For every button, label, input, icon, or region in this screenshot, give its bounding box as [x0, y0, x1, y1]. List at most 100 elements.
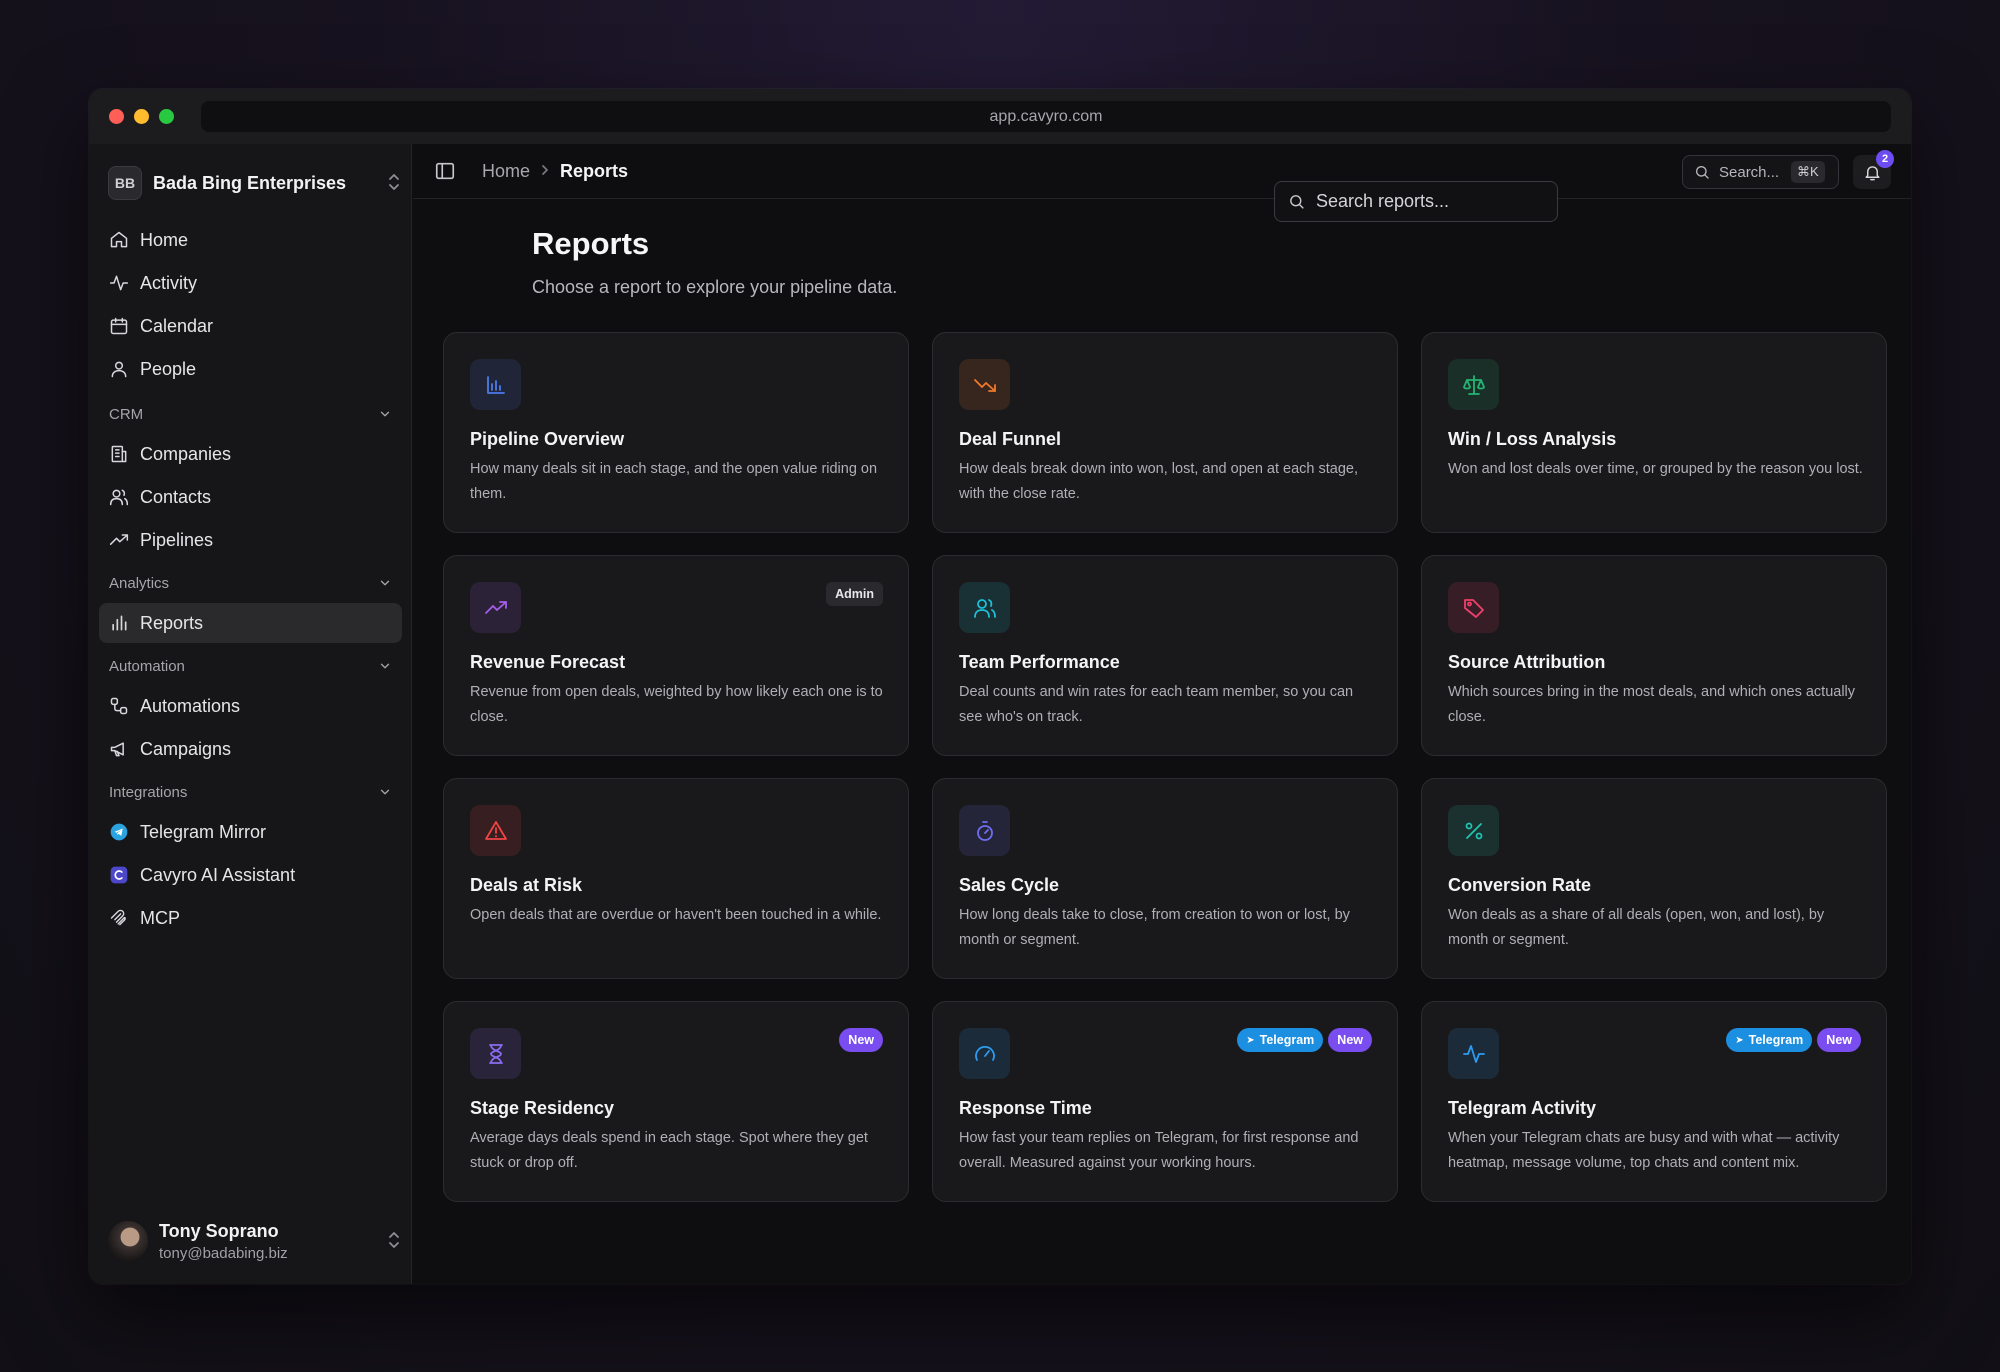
sidebar-section-analytics[interactable]: Analytics: [99, 563, 402, 603]
global-search-label: Search...: [1719, 163, 1780, 181]
cavyro-logo-icon: [110, 866, 128, 884]
page-title: Reports: [532, 226, 650, 261]
telegram-badge: ➤ Telegram: [1237, 1028, 1324, 1052]
sidebar-item-cavyro-ai[interactable]: Cavyro AI Assistant: [99, 855, 402, 895]
home-icon: [110, 231, 128, 248]
sidebar: BB Bada Bing Enterprises Home Activity C…: [89, 144, 412, 1284]
sidebar-item-reports[interactable]: Reports: [99, 603, 402, 643]
user-name: Tony Soprano: [159, 1220, 279, 1241]
sidebar-section-crm[interactable]: CRM: [99, 394, 402, 434]
badge-group: ➤ Telegram New: [1237, 1028, 1372, 1052]
user-menu[interactable]: Tony Soprano tony@badabing.biz: [108, 1216, 404, 1266]
report-search-input[interactable]: [1316, 191, 1546, 212]
breadcrumb-home[interactable]: Home: [482, 161, 530, 182]
new-badge: New: [839, 1028, 883, 1052]
breadcrumb: Home Reports: [482, 161, 628, 182]
global-search-button[interactable]: Search... ⌘K: [1682, 155, 1839, 189]
report-card-description: When your Telegram chats are busy and wi…: [1448, 1130, 1840, 1171]
close-window-button[interactable]: [109, 109, 124, 124]
sidebar-item-activity[interactable]: Activity: [99, 263, 402, 303]
report-card-title: Team Performance: [959, 652, 1120, 672]
report-card[interactable]: Conversion Rate Won deals as a share of a…: [1421, 778, 1887, 979]
hourglass-icon: [470, 1028, 521, 1079]
sidebar-item-label: MCP: [140, 907, 180, 928]
sidebar-toggle-icon[interactable]: [434, 160, 456, 182]
section-label: CRM: [109, 405, 144, 423]
bar-chart-icon: [112, 615, 127, 631]
alert-triangle-icon: [470, 805, 521, 856]
report-card[interactable]: Admin Revenue Forecast Revenue from open d…: [443, 555, 909, 756]
report-card-title: Conversion Rate: [1448, 875, 1592, 895]
new-badge: New: [1328, 1028, 1372, 1052]
send-icon: ➤: [1246, 1034, 1255, 1046]
sidebar-section-integrations[interactable]: Integrations: [99, 772, 402, 812]
report-card[interactable]: ➤ Telegram New Telegram Activity When your T…: [1421, 1001, 1887, 1202]
report-card-title: Deal Funnel: [959, 429, 1062, 449]
sidebar-section-automation[interactable]: Automation: [99, 646, 402, 686]
report-card[interactable]: Pipeline Overview How many deals sit in e…: [443, 332, 909, 533]
minimize-window-button[interactable]: [134, 109, 149, 124]
megaphone-icon: [110, 742, 124, 757]
sidebar-item-automations[interactable]: Automations: [99, 686, 402, 726]
breadcrumb-current: Reports: [560, 160, 629, 181]
chevron-down-icon: [380, 411, 390, 417]
calendar-icon: [110, 317, 128, 335]
percent-icon: [1448, 805, 1499, 856]
report-search-field[interactable]: [1274, 181, 1558, 222]
user-email: tony@badabing.biz: [159, 1244, 288, 1262]
gauge-icon: [959, 1028, 1010, 1079]
chevron-down-icon: [380, 580, 390, 586]
report-card-title: Response Time: [959, 1098, 1092, 1118]
sidebar-item-label: Home: [140, 229, 189, 250]
report-card-title: Source Attribution: [1448, 652, 1606, 672]
sidebar-item-mcp[interactable]: MCP: [99, 898, 402, 938]
address-bar[interactable]: app.cavyro.com: [201, 101, 1891, 132]
sidebar-item-label: Contacts: [140, 486, 212, 507]
sidebar-item-label: Activity: [140, 272, 198, 293]
section-label: Integrations: [109, 783, 188, 801]
sidebar-item-contacts[interactable]: Contacts: [99, 477, 402, 517]
browser-titlebar: app.cavyro.com: [89, 89, 1911, 144]
sidebar-item-home[interactable]: Home: [99, 220, 402, 260]
chevrons-up-down-icon: [384, 173, 404, 194]
search-shortcut: ⌘K: [1791, 161, 1825, 183]
section-label: Analytics: [109, 574, 170, 592]
telegram-icon: [110, 823, 128, 841]
report-card-description: Which sources bring in the most deals, a…: [1448, 684, 1856, 725]
admin-badge: Admin: [826, 582, 883, 606]
sidebar-item-label: Companies: [140, 443, 232, 464]
sidebar-item-calendar[interactable]: Calendar: [99, 306, 402, 346]
workspace-avatar: BB: [108, 166, 142, 200]
report-card-description: How many deals sit in each stage, and th…: [470, 461, 878, 502]
report-card-title: Pipeline Overview: [470, 429, 625, 449]
new-badge: New: [1817, 1028, 1861, 1052]
report-card-title: Deals at Risk: [470, 875, 583, 895]
sidebar-item-telegram-mirror[interactable]: Telegram Mirror: [99, 812, 402, 852]
trending-up-icon: [109, 534, 129, 545]
search-icon: [1696, 166, 1709, 179]
maximize-window-button[interactable]: [159, 109, 174, 124]
sidebar-item-pipelines[interactable]: Pipelines: [99, 520, 402, 560]
report-card[interactable]: Deal Funnel How deals break down into won…: [932, 332, 1398, 533]
report-card[interactable]: Sales Cycle How long deals take to close,…: [932, 778, 1398, 979]
report-card[interactable]: Source Attribution Which sources bring in…: [1421, 555, 1887, 756]
sidebar-item-companies[interactable]: Companies: [99, 434, 402, 474]
user-icon: [111, 361, 127, 378]
avatar: [108, 1221, 148, 1261]
scale-icon: [1448, 359, 1499, 410]
report-card[interactable]: Team Performance Deal counts and win rate…: [932, 555, 1398, 756]
report-card-description: How long deals take to close, from creat…: [959, 907, 1350, 948]
activity-icon: [109, 275, 129, 291]
report-card[interactable]: Win / Loss Analysis Won and lost deals ov…: [1421, 332, 1887, 533]
sidebar-item-campaigns[interactable]: Campaigns: [99, 729, 402, 769]
report-card[interactable]: Deals at Risk Open deals that are overdue…: [443, 778, 909, 979]
badge-group: Admin: [826, 582, 883, 606]
report-card[interactable]: New Stage Residency Average days deals spe…: [443, 1001, 909, 1202]
notifications-button[interactable]: 2: [1853, 150, 1894, 189]
activity-icon: [1448, 1028, 1499, 1079]
search-icon: [1290, 195, 1304, 209]
workspace-switcher[interactable]: BB Bada Bing Enterprises: [108, 163, 404, 203]
report-card[interactable]: ➤ Telegram New Response Time How fast your t…: [932, 1001, 1398, 1202]
sidebar-item-people[interactable]: People: [99, 349, 402, 389]
report-card-description: How fast your team replies on Telegram, …: [959, 1130, 1359, 1171]
